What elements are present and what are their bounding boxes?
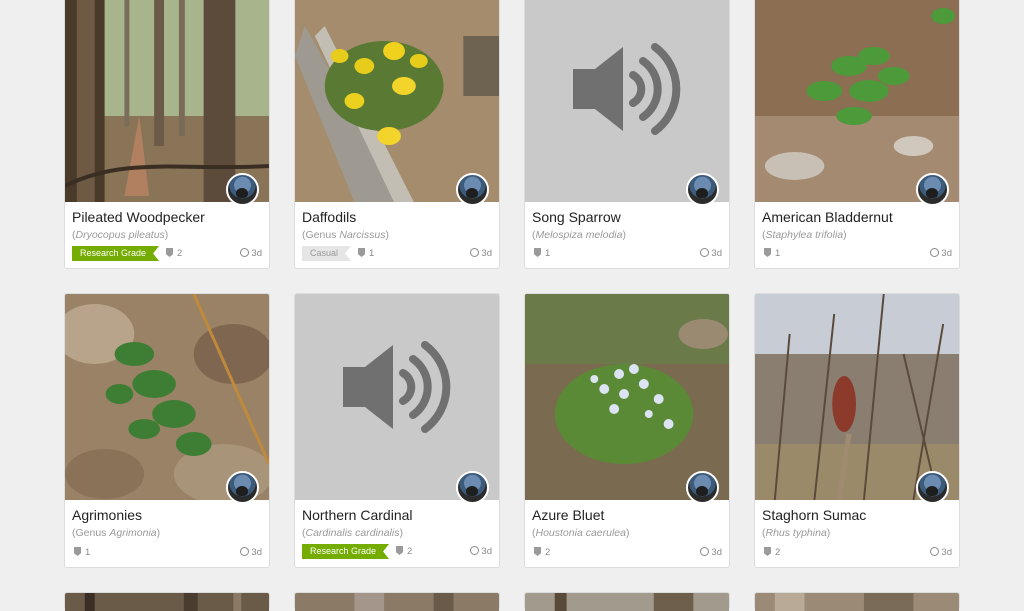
- observation-card[interactable]: [294, 592, 500, 611]
- sound-placeholder[interactable]: [525, 0, 729, 202]
- identification-count: 2: [534, 547, 550, 558]
- identification-icon: [396, 546, 403, 555]
- identification-icon: [764, 248, 771, 257]
- clock-icon: [930, 248, 940, 257]
- identification-icon: [74, 547, 81, 556]
- observation-photo[interactable]: [65, 294, 269, 500]
- observation-card[interactable]: American Bladdernut (Staphylea trifolia)…: [754, 0, 960, 269]
- observation-scientific-name: (Staphylea trifolia): [762, 229, 847, 241]
- observation-meta: 1 3d: [72, 545, 262, 561]
- quality-grade-badge: Research Grade: [72, 246, 159, 261]
- identification-icon: [358, 248, 365, 257]
- observation-time: 3d: [930, 248, 952, 259]
- observer-avatar[interactable]: [916, 471, 949, 504]
- clock-icon: [240, 248, 250, 257]
- observation-photo[interactable]: [525, 294, 729, 500]
- observer-avatar[interactable]: [456, 471, 489, 504]
- observation-photo[interactable]: [295, 593, 499, 611]
- observation-scientific-name: (Genus Narcissus): [302, 229, 389, 241]
- quality-grade-badge: Research Grade: [302, 544, 389, 559]
- observation-card[interactable]: Northern Cardinal (Cardinalis cardinalis…: [294, 293, 500, 568]
- speaker-icon: [573, 43, 681, 135]
- clock-icon: [700, 248, 710, 257]
- observation-photo[interactable]: [755, 593, 959, 611]
- identification-icon: [534, 248, 541, 257]
- observation-photo[interactable]: [295, 0, 499, 202]
- observation-time: 3d: [700, 547, 722, 558]
- clock-icon: [240, 547, 250, 556]
- clock-icon: [700, 547, 710, 556]
- observation-photo[interactable]: [755, 0, 959, 202]
- observer-avatar[interactable]: [456, 173, 489, 206]
- identification-count: 2: [764, 547, 780, 558]
- observation-time: 3d: [700, 248, 722, 259]
- observation-card[interactable]: Staghorn Sumac (Rhus typhina) 2 3d: [754, 293, 960, 568]
- observation-title[interactable]: Song Sparrow: [532, 209, 621, 225]
- observation-meta: Casual 1 3d: [302, 246, 492, 262]
- observation-card[interactable]: Pileated Woodpecker (Dryocopus pileatus)…: [64, 0, 270, 269]
- observation-meta: 2 3d: [532, 545, 722, 561]
- observation-photo[interactable]: [755, 294, 959, 500]
- observer-avatar[interactable]: [226, 173, 259, 206]
- identification-count: 2: [166, 248, 182, 259]
- observation-meta: 2 3d: [762, 545, 952, 561]
- observation-card[interactable]: [524, 592, 730, 611]
- observation-meta: 1 3d: [532, 246, 722, 262]
- observation-photo[interactable]: [65, 0, 269, 202]
- observation-grid: Pileated Woodpecker (Dryocopus pileatus)…: [0, 0, 1024, 611]
- observation-title[interactable]: Azure Bluet: [532, 507, 604, 523]
- observation-meta: Research Grade 2 3d: [302, 544, 492, 560]
- identification-count: 1: [74, 547, 90, 558]
- observation-scientific-name: (Houstonia caerulea): [532, 527, 630, 539]
- observation-scientific-name: (Dryocopus pileatus): [72, 229, 169, 241]
- identification-icon: [534, 547, 541, 556]
- identification-count: 2: [396, 546, 412, 557]
- clock-icon: [470, 248, 480, 257]
- speaker-icon: [343, 341, 451, 433]
- observation-title[interactable]: Staghorn Sumac: [762, 507, 866, 523]
- clock-icon: [470, 546, 480, 555]
- observation-time: 3d: [930, 547, 952, 558]
- observation-time: 3d: [470, 248, 492, 259]
- observation-scientific-name: (Genus Agrimonia): [72, 527, 161, 539]
- observation-title[interactable]: American Bladdernut: [762, 209, 893, 225]
- observation-meta: Research Grade 2 3d: [72, 246, 262, 262]
- observation-title[interactable]: Agrimonies: [72, 507, 142, 523]
- observation-scientific-name: (Cardinalis cardinalis): [302, 527, 403, 539]
- observation-card[interactable]: [754, 592, 960, 611]
- observation-photo[interactable]: [525, 593, 729, 611]
- identification-count: 1: [764, 248, 780, 259]
- sound-placeholder[interactable]: [295, 294, 499, 500]
- observation-card[interactable]: Daffodils (Genus Narcissus) Casual 1 3d: [294, 0, 500, 269]
- observation-photo[interactable]: [65, 593, 269, 611]
- observer-avatar[interactable]: [916, 173, 949, 206]
- identification-count: 1: [534, 248, 550, 259]
- observation-meta: 1 3d: [762, 246, 952, 262]
- identification-count: 1: [358, 248, 374, 259]
- observation-scientific-name: (Rhus typhina): [762, 527, 831, 539]
- observation-time: 3d: [240, 547, 262, 558]
- observation-card[interactable]: Agrimonies (Genus Agrimonia) 1 3d: [64, 293, 270, 568]
- observer-avatar[interactable]: [686, 173, 719, 206]
- observer-avatar[interactable]: [226, 471, 259, 504]
- identification-icon: [166, 248, 173, 257]
- observation-card[interactable]: Song Sparrow (Melospiza melodia) 1 3d: [524, 0, 730, 269]
- observer-avatar[interactable]: [686, 471, 719, 504]
- observation-scientific-name: (Melospiza melodia): [532, 229, 626, 241]
- observation-card[interactable]: Azure Bluet (Houstonia caerulea) 2 3d: [524, 293, 730, 568]
- observation-title[interactable]: Northern Cardinal: [302, 507, 413, 523]
- identification-icon: [764, 547, 771, 556]
- observation-title[interactable]: Pileated Woodpecker: [72, 209, 205, 225]
- quality-grade-badge: Casual: [302, 246, 351, 261]
- observation-time: 3d: [240, 248, 262, 259]
- clock-icon: [930, 547, 940, 556]
- observation-title[interactable]: Daffodils: [302, 209, 356, 225]
- observation-card[interactable]: [64, 592, 270, 611]
- observation-time: 3d: [470, 546, 492, 557]
